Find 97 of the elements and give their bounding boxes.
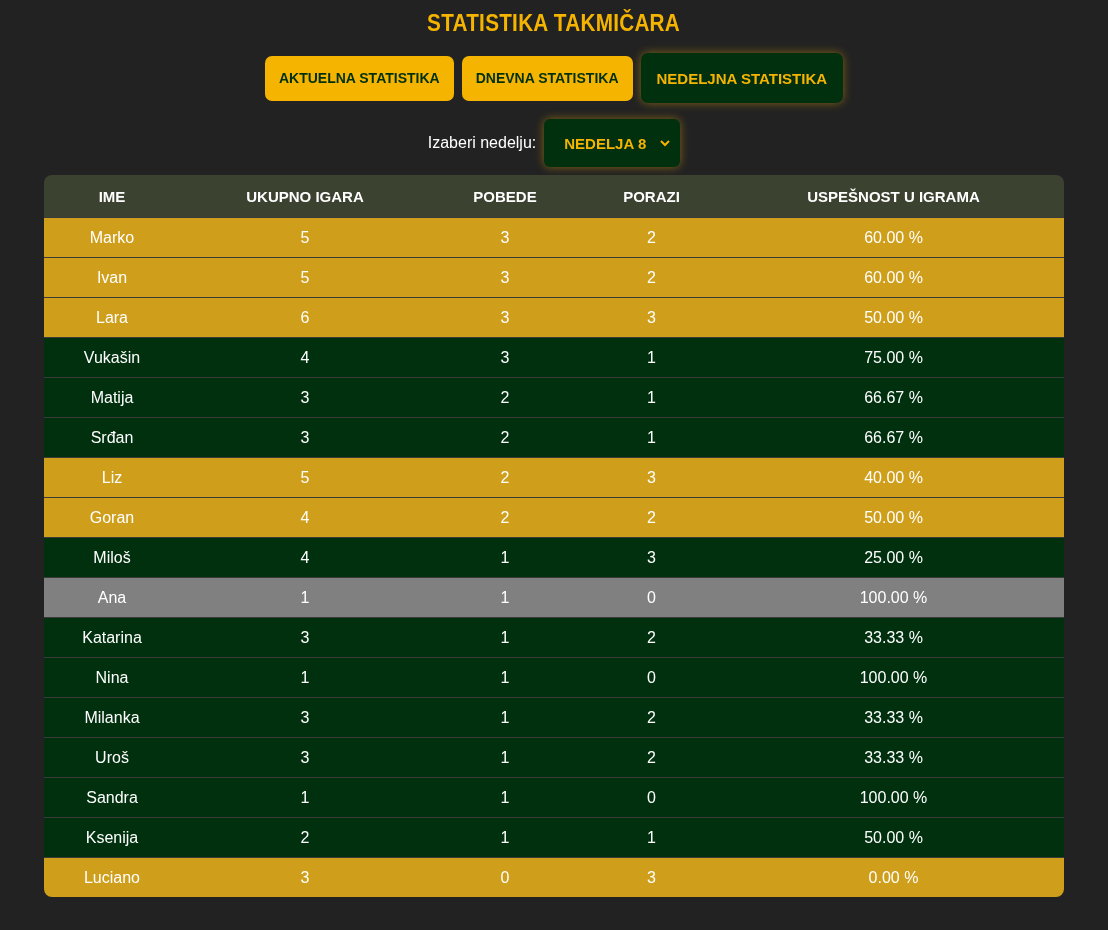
table-cell-text: 0.00 % bbox=[867, 868, 920, 887]
table-cell-text: Nina bbox=[94, 668, 130, 687]
table-cell-text: 2 bbox=[646, 228, 657, 247]
table-cell-text: Katarina bbox=[81, 628, 143, 647]
table-cell-text: 3 bbox=[299, 748, 311, 767]
table-cell-text: 1 bbox=[646, 828, 657, 847]
table-cell-text: Sandra bbox=[85, 788, 139, 807]
table-cell-text: 0 bbox=[646, 668, 657, 687]
table-cell-text: 5 bbox=[299, 268, 311, 287]
table-cell-text: 5 bbox=[299, 468, 311, 487]
table-cell-text: 50.00 % bbox=[863, 308, 924, 327]
table-cell-text: 60.00 % bbox=[863, 228, 924, 247]
table-cell-text: 25.00 % bbox=[863, 548, 924, 567]
table-cell-text: 100.00 % bbox=[858, 788, 929, 807]
table-cell-text: 33.33 % bbox=[863, 628, 924, 647]
table-cell-text: Milanka bbox=[83, 708, 141, 727]
table-cell-text: Srđan bbox=[89, 428, 135, 447]
table-cell-text: 3 bbox=[499, 228, 511, 247]
table-cell-text: 0 bbox=[646, 588, 657, 607]
table-cell-text: 1 bbox=[299, 668, 311, 687]
table-cell-text: 50.00 % bbox=[863, 508, 924, 527]
table-cell-text: 3 bbox=[299, 628, 311, 647]
table-cell-text: 2 bbox=[499, 508, 511, 527]
column-header: IME bbox=[97, 187, 127, 205]
table-cell-text: 1 bbox=[499, 668, 511, 687]
table-cell-text: 4 bbox=[299, 508, 311, 527]
table-cell-text: 60.00 % bbox=[863, 268, 924, 287]
column-header: UKUPNO IGARA bbox=[245, 187, 365, 205]
table-cell-text: Luciano bbox=[82, 868, 141, 887]
table-cell-text: Matija bbox=[89, 388, 135, 407]
stats-tab[interactable]: AKTUELNA STATISTIKA bbox=[264, 55, 454, 101]
chevron-down-icon bbox=[660, 139, 671, 147]
table-cell-text: 2 bbox=[646, 508, 657, 527]
column-header: USPEŠNOST U IGRAMA bbox=[806, 187, 981, 205]
table-cell-text: 2 bbox=[499, 388, 511, 407]
table-cell-text: 1 bbox=[499, 548, 511, 567]
table-cell-text: 1 bbox=[499, 708, 511, 727]
table-cell-text: Ksenija bbox=[84, 828, 140, 847]
table-cell-text: 6 bbox=[299, 308, 311, 327]
table-cell-text: 2 bbox=[646, 748, 657, 767]
table-cell-text: 3 bbox=[299, 388, 311, 407]
page-title: STATISTIKA TAKMIČARA bbox=[427, 10, 681, 37]
table-cell-text: 2 bbox=[646, 268, 657, 287]
table-cell-text: Ana bbox=[96, 588, 128, 607]
week-select[interactable]: NEDELJA 8 bbox=[544, 119, 681, 167]
table-cell-text: Liz bbox=[100, 468, 124, 487]
table-cell-text: 2 bbox=[499, 468, 511, 487]
table-cell-text: 100.00 % bbox=[858, 588, 929, 607]
table-cell-text: 1 bbox=[499, 748, 511, 767]
table-cell-text: 75.00 % bbox=[863, 348, 924, 367]
table-cell-text: Uroš bbox=[94, 748, 130, 767]
table-cell-text: Lara bbox=[95, 308, 129, 327]
table-cell-text: 0 bbox=[646, 788, 657, 807]
table-cell-text: 3 bbox=[646, 468, 657, 487]
table-cell-text: 2 bbox=[646, 708, 657, 727]
table-cell-text: 3 bbox=[499, 268, 511, 287]
table-cell-text: 1 bbox=[299, 788, 311, 807]
table-cell-text: 3 bbox=[299, 708, 311, 727]
table-cell-text: 3 bbox=[299, 428, 311, 447]
table-cell-text: 4 bbox=[299, 348, 311, 367]
table-cell-text: 50.00 % bbox=[863, 828, 924, 847]
table-cell-text: 33.33 % bbox=[863, 748, 924, 767]
table-cell-text: 66.67 % bbox=[863, 388, 924, 407]
table-cell-text: Goran bbox=[88, 508, 136, 527]
table-cell-text: 3 bbox=[646, 308, 657, 327]
table-cell-text: 0 bbox=[499, 868, 511, 887]
table-cell-text: Vukašin bbox=[82, 348, 142, 367]
column-header: PORAZI bbox=[622, 187, 681, 205]
table-cell-text: 3 bbox=[499, 308, 511, 327]
table-cell-text: 1 bbox=[646, 428, 657, 447]
table-cell-text: 1 bbox=[299, 588, 311, 607]
table-cell-text: 3 bbox=[646, 868, 657, 887]
table-cell-text: 1 bbox=[499, 788, 511, 807]
stats-tab[interactable]: DNEVNA STATISTIKA bbox=[461, 55, 633, 101]
table-cell-text: 1 bbox=[499, 628, 511, 647]
table-cell-text: 1 bbox=[499, 828, 511, 847]
table-cell-text: 66.67 % bbox=[863, 428, 924, 447]
table-cell-text: 3 bbox=[299, 868, 311, 887]
table-cell-text: 2 bbox=[299, 828, 311, 847]
table-cell-text: 1 bbox=[646, 348, 657, 367]
table-cell-text: 33.33 % bbox=[863, 708, 924, 727]
table-cell-text: 2 bbox=[646, 628, 657, 647]
week-label: Izaberi nedelju: bbox=[427, 134, 537, 152]
table-cell-text: Marko bbox=[88, 228, 136, 247]
table-cell-text: 5 bbox=[299, 228, 311, 247]
table-cell-text: 1 bbox=[646, 388, 657, 407]
table-cell-text: 100.00 % bbox=[858, 668, 929, 687]
table-cell-text: 4 bbox=[299, 548, 311, 567]
stats-tab[interactable]: NEDELJNA STATISTIKA bbox=[640, 53, 844, 103]
table-cell-text: 3 bbox=[499, 348, 511, 367]
table-cell-text: Ivan bbox=[95, 268, 129, 287]
table-cell-text: Miloš bbox=[92, 548, 132, 567]
table-cell-text: 2 bbox=[499, 428, 511, 447]
table-cell-text: 1 bbox=[499, 588, 511, 607]
table-cell-text: 3 bbox=[646, 548, 657, 567]
table-cell-text: 40.00 % bbox=[863, 468, 924, 487]
column-header: POBEDE bbox=[472, 187, 538, 205]
